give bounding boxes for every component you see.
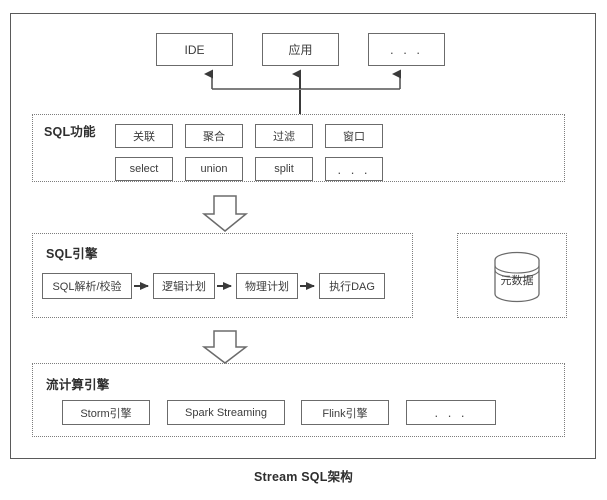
- chip-union[interactable]: union: [185, 157, 243, 181]
- pipeline-box-execution-dag-label: 执行DAG: [329, 281, 375, 293]
- chip-select[interactable]: select: [115, 157, 173, 181]
- client-box-application[interactable]: 应用: [262, 33, 339, 66]
- chip-more-functions[interactable]: . . .: [325, 157, 383, 181]
- metadata-label: 元数据: [500, 275, 534, 287]
- chip-window[interactable]: 窗口: [325, 124, 383, 148]
- stream-engine-box-flink-label: Flink引擎: [322, 407, 368, 420]
- stream-engine-box-storm-label: Storm引擎: [80, 407, 132, 420]
- chip-split[interactable]: split: [255, 157, 313, 181]
- stream-engine-box-more-label: . . .: [434, 405, 468, 420]
- chip-join[interactable]: 关联: [115, 124, 173, 148]
- pipeline-box-logical-plan[interactable]: 逻辑计划: [153, 273, 215, 299]
- chip-split-label: split: [274, 163, 294, 175]
- diagram-caption: Stream SQL架构: [254, 470, 353, 484]
- chip-window-label: 窗口: [343, 131, 365, 143]
- stream-engine-box-spark-streaming[interactable]: Spark Streaming: [167, 400, 285, 425]
- chip-select-label: select: [129, 163, 159, 175]
- panel-sql-engine-title: SQL引擎: [46, 247, 98, 261]
- chip-more-functions-label: . . .: [337, 161, 371, 177]
- stream-engine-box-spark-streaming-label: Spark Streaming: [185, 406, 267, 419]
- stream-engine-box-flink[interactable]: Flink引擎: [301, 400, 389, 425]
- pipeline-box-sql-parse-validate[interactable]: SQL解析/校验: [42, 273, 132, 299]
- pipeline-box-physical-plan[interactable]: 物理计划: [236, 273, 298, 299]
- pipeline-box-logical-plan-label: 逻辑计划: [162, 281, 206, 293]
- panel-sql-function-title: SQL功能: [44, 125, 96, 139]
- pipeline-box-physical-plan-label: 物理计划: [245, 281, 289, 293]
- chip-aggregate[interactable]: 聚合: [185, 124, 243, 148]
- client-box-ide[interactable]: IDE: [156, 33, 233, 66]
- pipeline-box-execution-dag[interactable]: 执行DAG: [319, 273, 385, 299]
- panel-stream-engine-title: 流计算引擎: [46, 378, 110, 392]
- client-box-ide-label: IDE: [184, 42, 205, 57]
- chip-join-label: 关联: [133, 131, 155, 143]
- chip-union-label: union: [200, 163, 228, 175]
- stream-engine-box-more[interactable]: . . .: [406, 400, 496, 425]
- client-box-application-label: 应用: [288, 42, 313, 57]
- stream-engine-box-storm[interactable]: Storm引擎: [62, 400, 150, 425]
- chip-aggregate-label: 聚合: [203, 131, 225, 143]
- pipeline-box-sql-parse-validate-label: SQL解析/校验: [52, 281, 122, 293]
- chip-filter-label: 过滤: [273, 131, 295, 143]
- client-box-more[interactable]: . . .: [368, 33, 445, 66]
- chip-filter[interactable]: 过滤: [255, 124, 313, 148]
- client-box-more-label: . . .: [389, 42, 424, 57]
